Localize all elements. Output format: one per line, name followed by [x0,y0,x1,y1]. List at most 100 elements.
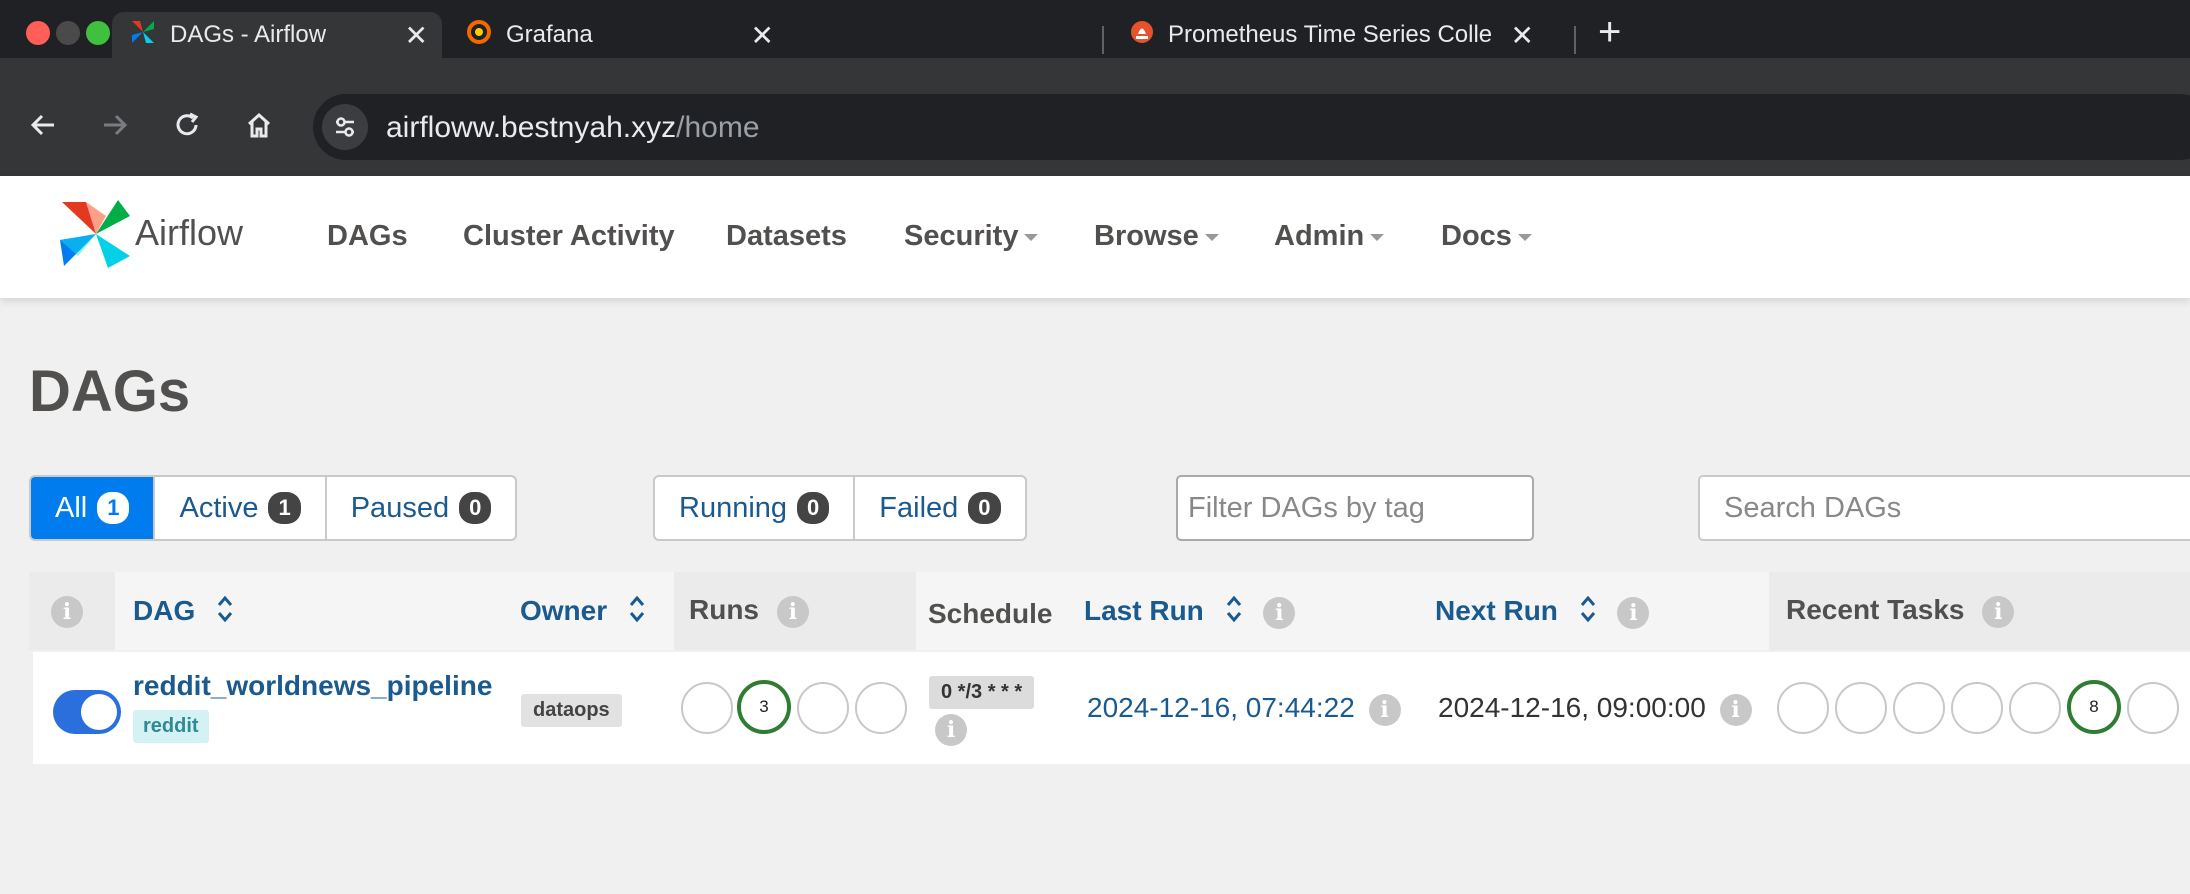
nav-dags[interactable]: DAGs [327,220,408,253]
tab-separator [1102,26,1104,54]
prometheus-icon [1130,19,1154,52]
info-icon[interactable]: i [1617,596,1650,629]
url-path: /home [676,111,760,144]
nav-admin[interactable]: Admin [1274,220,1385,253]
filter-running-count: 0 [797,492,830,524]
close-tab-icon[interactable]: ✕ [751,19,774,52]
browser-tab-airflow[interactable]: DAGs - Airflow ✕ [112,12,442,58]
filter-paused-button[interactable]: Paused 0 [327,477,516,539]
header-recent-tasks-label: Recent Tasks [1786,594,1965,625]
header-next-run[interactable]: Next Run i [1435,594,1650,631]
run-state-running[interactable] [797,682,849,734]
filter-all-count: 1 [97,492,130,524]
nav-datasets[interactable]: Datasets [726,220,847,253]
info-icon[interactable]: i [776,595,809,628]
filter-running-button[interactable]: Running 0 [655,477,856,539]
task-state-circle[interactable] [1835,682,1887,734]
header-dag-label: DAG [133,594,196,626]
airflow-logo-text[interactable]: Airflow [135,212,243,254]
run-filter-group: Running 0 Failed 0 [653,475,1027,541]
browser-tab-bar: DAGs - Airflow ✕ Grafana ✕ Prometheus Ti… [0,0,2190,58]
browser-tab-prometheus[interactable]: Prometheus Time Series Colle ✕ [1112,12,1548,58]
close-tab-icon[interactable]: ✕ [1511,19,1534,52]
header-dag[interactable]: DAG [133,594,233,631]
run-state-queued[interactable] [681,682,733,734]
back-icon[interactable] [28,110,58,149]
task-state-circle[interactable] [2127,682,2179,734]
tab-title: DAGs - Airflow [170,21,327,48]
chevron-down-icon [1024,233,1039,241]
filter-paused-count: 0 [459,492,492,524]
run-state-success[interactable]: 3 [737,680,791,734]
nav-browse[interactable]: Browse [1094,220,1219,253]
header-runs-label: Runs [689,594,759,625]
nav-docs[interactable]: Docs [1441,220,1532,253]
info-icon[interactable]: i [1368,693,1401,726]
chevron-down-icon [1517,233,1532,241]
forward-icon[interactable] [100,110,130,149]
info-icon[interactable]: i [1982,595,2015,628]
dag-tag[interactable]: reddit [133,710,209,743]
table-row: reddit_worldnews_pipeline reddit dataops… [33,652,2190,764]
header-schedule: Schedule [928,598,1053,629]
toggle-knob [81,694,117,730]
reload-icon[interactable] [172,110,202,149]
search-dags-input[interactable] [1698,475,2190,541]
dag-owner[interactable]: dataops [521,694,622,727]
new-tab-button[interactable]: + [1598,12,1621,52]
task-state-circle[interactable] [1893,682,1945,734]
chevron-down-icon [1370,233,1385,241]
dag-pause-toggle[interactable] [53,690,121,734]
filter-failed-button[interactable]: Failed 0 [855,477,1024,539]
filter-tags-input[interactable] [1176,475,1534,541]
task-state-circle[interactable] [1777,682,1829,734]
header-runs: Runs i [689,594,809,628]
home-icon[interactable] [244,110,274,149]
tab-title: Prometheus Time Series Colle [1168,21,1493,48]
run-state-failed[interactable] [855,682,907,734]
header-next-run-label: Next Run [1435,594,1558,626]
filter-all-button[interactable]: All 1 [31,477,156,539]
close-window-button[interactable] [26,21,50,45]
url-host: airfloww.bestnyah.xyz [386,111,677,144]
info-icon[interactable]: i [1719,693,1752,726]
header-owner[interactable]: Owner [520,594,645,631]
sort-icon [1580,594,1596,631]
task-state-circle[interactable] [2009,682,2061,734]
filter-running-label: Running [679,491,788,524]
tab-title: Grafana [506,21,593,48]
nav-cluster-activity[interactable]: Cluster Activity [463,220,675,253]
sort-icon [217,594,233,631]
header-recent-tasks: Recent Tasks i [1786,594,2015,628]
browser-tab-grafana[interactable]: Grafana ✕ [448,12,788,58]
dag-id-link[interactable]: reddit_worldnews_pipeline [133,670,492,702]
filter-failed-label: Failed [879,491,959,524]
table-header: i DAG Owner Runs i Schedule Last Run i N… [29,572,2190,650]
close-tab-icon[interactable]: ✕ [405,19,428,52]
airflow-icon [130,19,156,52]
nav-security[interactable]: Security [904,220,1039,253]
info-icon[interactable]: i [51,594,83,628]
task-state-circle[interactable] [1951,682,2003,734]
last-run-link[interactable]: 2024-12-16, 07:44:22 i [1087,692,1401,726]
maximize-window-button[interactable] [86,21,110,45]
sort-icon [629,594,645,631]
filter-active-button[interactable]: Active 1 [155,477,327,539]
header-last-run-label: Last Run [1084,594,1204,626]
filter-failed-count: 0 [968,492,1001,524]
filter-all-label: All [55,491,88,524]
site-settings-icon[interactable] [322,104,368,150]
sort-icon [1226,594,1242,631]
next-run-value: 2024-12-16, 09:00:00 [1438,692,1706,723]
chevron-down-icon [1204,233,1219,241]
info-icon[interactable]: i [1263,596,1296,629]
airflow-logo-icon[interactable] [58,196,134,277]
filter-active-count: 1 [268,492,301,524]
header-last-run[interactable]: Last Run i [1084,594,1296,631]
url-text[interactable]: airfloww.bestnyah.xyz/home [386,111,760,145]
task-state-success[interactable]: 8 [2067,680,2121,734]
page-title: DAGs [29,359,191,424]
minimize-window-button[interactable] [56,21,80,45]
info-icon[interactable]: i [935,714,967,746]
header-owner-label: Owner [520,594,608,626]
